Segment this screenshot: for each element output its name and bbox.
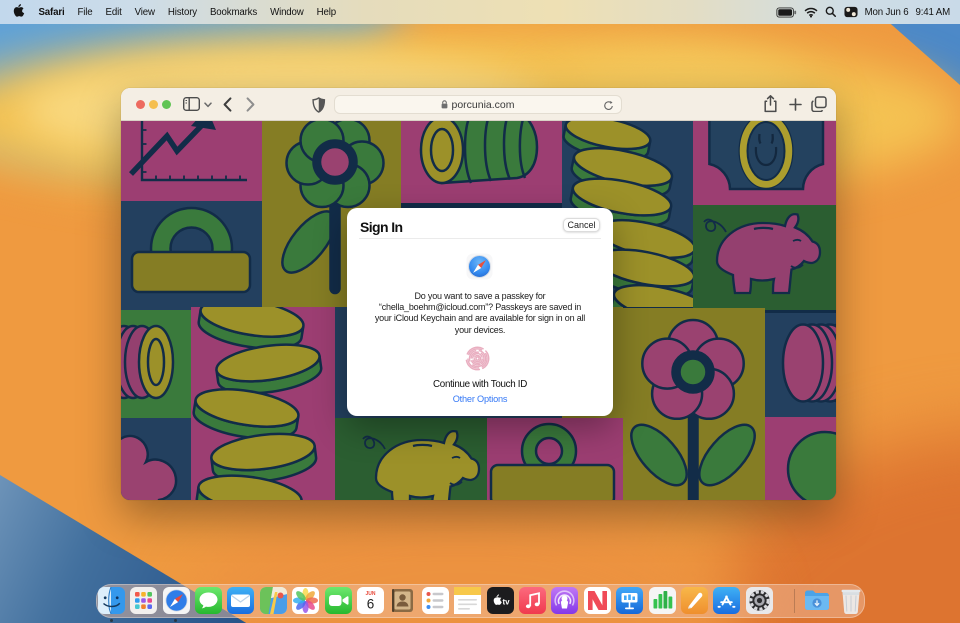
svg-text:tv: tv	[502, 598, 510, 607]
svg-text:6: 6	[367, 597, 375, 612]
